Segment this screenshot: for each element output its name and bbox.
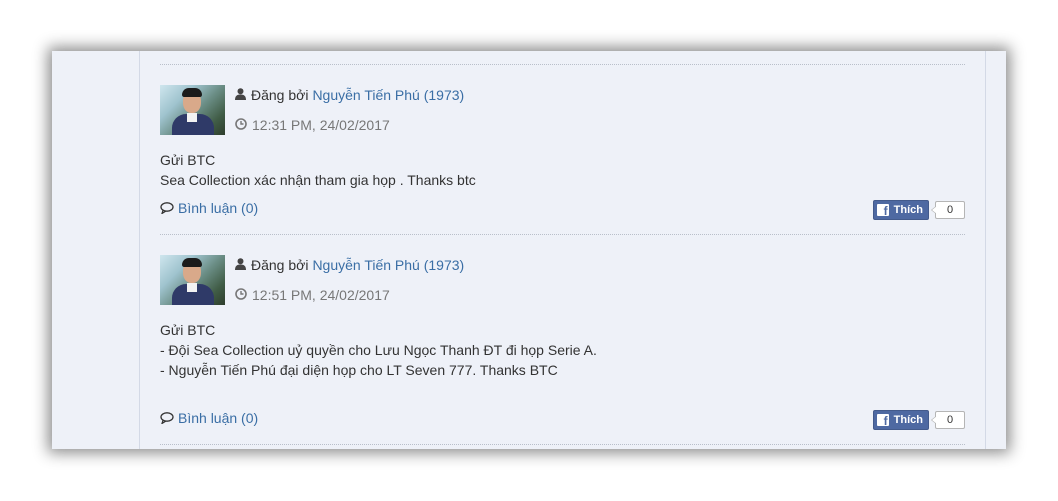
post-time-line: 12:51 PM, 24/02/2017 [235, 287, 390, 303]
post-body: Gửi BTC - Đội Sea Collection uỷ quyền ch… [160, 320, 597, 380]
like-label: Thích [893, 414, 923, 426]
post-body: Gửi BTC Sea Collection xác nhận tham gia… [160, 150, 476, 190]
like-count: 0 [931, 201, 965, 219]
post-author-line: Đăng bởi Nguyễn Tiến Phú (1973) [235, 87, 464, 103]
post-timestamp: 12:51 PM, 24/02/2017 [252, 287, 390, 303]
post-item: Đăng bởi Nguyễn Tiến Phú (1973) 12:51 PM… [160, 255, 965, 435]
comments-label: Bình luận (0) [178, 200, 259, 216]
avatar[interactable] [160, 255, 225, 305]
like-button[interactable]: f Thích [872, 200, 929, 220]
facebook-icon: f [876, 414, 889, 428]
author-link[interactable]: Nguyễn Tiến Phú (1973) [312, 257, 464, 273]
post-timestamp: 12:31 PM, 24/02/2017 [252, 117, 390, 133]
posted-by-label: Đăng bởi [251, 257, 309, 273]
like-label: Thích [893, 204, 923, 216]
comments-label: Bình luận (0) [178, 410, 259, 426]
left-column [52, 51, 140, 449]
post-line: Gửi BTC [160, 322, 216, 338]
avatar[interactable] [160, 85, 225, 135]
posted-by-label: Đăng bởi [251, 87, 309, 103]
post-line: - Đội Sea Collection uỷ quyền cho Lưu Ng… [160, 342, 597, 358]
post-line: Sea Collection xác nhận tham gia họp . T… [160, 172, 476, 188]
comment-icon [160, 412, 174, 424]
facebook-like-widget: f Thích 0 [872, 410, 965, 430]
post-list: Đăng bởi Nguyễn Tiến Phú (1973) 12:31 PM… [160, 51, 965, 449]
post-time-line: 12:31 PM, 24/02/2017 [235, 117, 390, 133]
comments-link[interactable]: Bình luận (0) [160, 410, 258, 426]
user-icon [235, 257, 246, 273]
facebook-icon: f [876, 204, 889, 218]
clock-icon [235, 287, 247, 303]
divider [160, 64, 965, 65]
divider [160, 444, 965, 445]
post-feed-panel: Đăng bởi Nguyễn Tiến Phú (1973) 12:31 PM… [52, 51, 1006, 449]
post-author-line: Đăng bởi Nguyễn Tiến Phú (1973) [235, 257, 464, 273]
like-button[interactable]: f Thích [872, 410, 929, 430]
post-line: Gửi BTC [160, 152, 216, 168]
right-column [985, 51, 1006, 449]
author-link[interactable]: Nguyễn Tiến Phú (1973) [312, 87, 464, 103]
like-count: 0 [931, 411, 965, 429]
comments-link[interactable]: Bình luận (0) [160, 200, 258, 216]
user-icon [235, 87, 246, 103]
comment-icon [160, 202, 174, 214]
post-line: - Nguyễn Tiến Phú đại diện họp cho LT Se… [160, 362, 558, 378]
facebook-like-widget: f Thích 0 [872, 200, 965, 220]
clock-icon [235, 117, 247, 133]
divider [160, 234, 965, 235]
post-item: Đăng bởi Nguyễn Tiến Phú (1973) 12:31 PM… [160, 85, 965, 235]
